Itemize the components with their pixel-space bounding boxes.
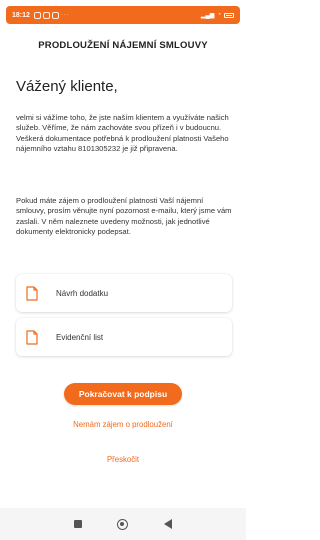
more-notifications-icon: ···: [60, 12, 70, 18]
intro-paragraph: velmi si vážíme toho, že jste naším klie…: [16, 113, 229, 154]
status-time: 18:12: [12, 11, 30, 19]
notification-icon: [51, 11, 59, 19]
document-label: Návrh dodatku: [56, 288, 109, 298]
document-icon: [26, 285, 38, 301]
document-label: Evidenční list: [56, 332, 104, 342]
notification-icon: [33, 11, 41, 19]
recents-icon[interactable]: [73, 520, 82, 528]
back-icon[interactable]: [164, 519, 173, 529]
battery-icon: [224, 12, 234, 18]
system-nav-bar: [0, 508, 246, 540]
instructions-paragraph: Pokud máte zájem o prodloužení platnosti…: [16, 196, 232, 237]
skip-link[interactable]: Přeskočit: [0, 455, 246, 464]
document-card-draft-amendment[interactable]: Návrh dodatku: [16, 274, 232, 312]
page-title: PRODLOUŽENÍ NÁJEMNÍ SMLOUVY: [38, 40, 208, 51]
greeting-heading: Vážený kliente,: [16, 78, 118, 95]
status-right-icons: ▂▄▆ ◔: [201, 12, 234, 19]
app-screen: 18:12 ··· ▂▄▆ ◔ PRODLOUŽENÍ NÁJEMNÍ SMLO…: [0, 0, 246, 540]
not-interested-link[interactable]: Nemám zájem o prodloužení: [0, 420, 246, 429]
signal-icon: ▂▄▆: [200, 12, 215, 19]
document-card-registration-sheet[interactable]: Evidenční list: [16, 318, 232, 356]
document-icon: [26, 329, 38, 345]
wifi-icon: ◔: [217, 12, 221, 18]
home-icon[interactable]: [117, 518, 129, 530]
continue-to-sign-button[interactable]: Pokračovat k podpisu: [64, 383, 182, 405]
status-bar: 18:12 ··· ▂▄▆ ◔: [6, 6, 240, 24]
notification-icon: [42, 11, 50, 19]
notification-icons: [33, 11, 59, 19]
